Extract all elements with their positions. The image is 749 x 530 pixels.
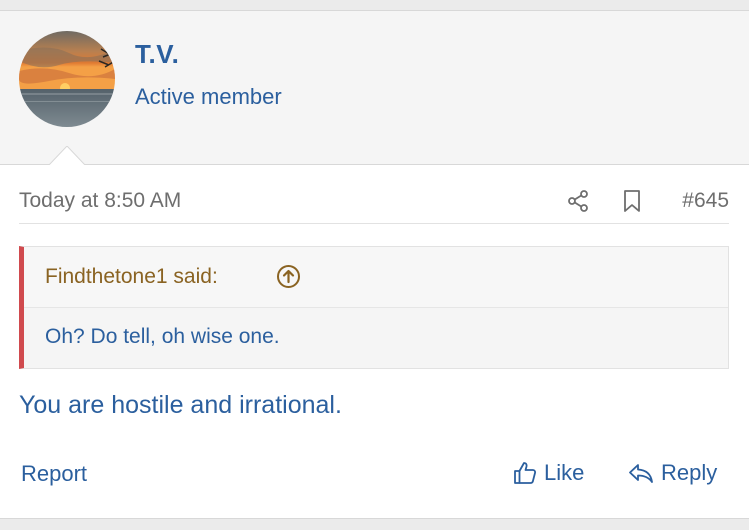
thumbs-up-icon bbox=[514, 462, 537, 484]
share-icon[interactable] bbox=[566, 189, 590, 213]
quote-header: Findthetone1 said: bbox=[24, 247, 728, 308]
like-label: Like bbox=[544, 460, 585, 485]
avatar[interactable] bbox=[19, 31, 115, 127]
report-button[interactable]: Report bbox=[21, 461, 87, 487]
post-timestamp[interactable]: Today at 8:50 AM bbox=[19, 189, 181, 213]
post-author-header: T.V. Active member bbox=[0, 11, 749, 164]
user-title: Active member bbox=[135, 84, 282, 109]
post-meta-bar: Today at 8:50 AM #645 bbox=[19, 177, 729, 224]
bottom-divider bbox=[0, 518, 749, 530]
reply-button[interactable]: Reply bbox=[627, 458, 717, 488]
like-button[interactable]: Like bbox=[512, 458, 584, 488]
quote-block: Findthetone1 said: Oh? Do tell, oh wise … bbox=[19, 246, 729, 369]
speech-pointer bbox=[49, 146, 85, 165]
reply-label: Reply bbox=[661, 460, 718, 485]
reply-arrow-icon bbox=[629, 464, 653, 483]
quote-text: Oh? Do tell, oh wise one. bbox=[45, 325, 280, 348]
top-divider bbox=[0, 0, 749, 11]
post-card: Today at 8:50 AM #645 Findthetone1 said:… bbox=[0, 164, 749, 519]
post-number-link[interactable]: #645 bbox=[682, 189, 729, 213]
post-body: You are hostile and irrational. bbox=[19, 391, 342, 419]
arrow-up-circle-icon[interactable] bbox=[276, 264, 301, 289]
bookmark-icon[interactable] bbox=[621, 189, 643, 213]
quote-author-link[interactable]: Findthetone1 said: bbox=[45, 265, 218, 289]
username[interactable]: T.V. bbox=[135, 39, 179, 70]
sunset-avatar-icon bbox=[19, 31, 115, 127]
